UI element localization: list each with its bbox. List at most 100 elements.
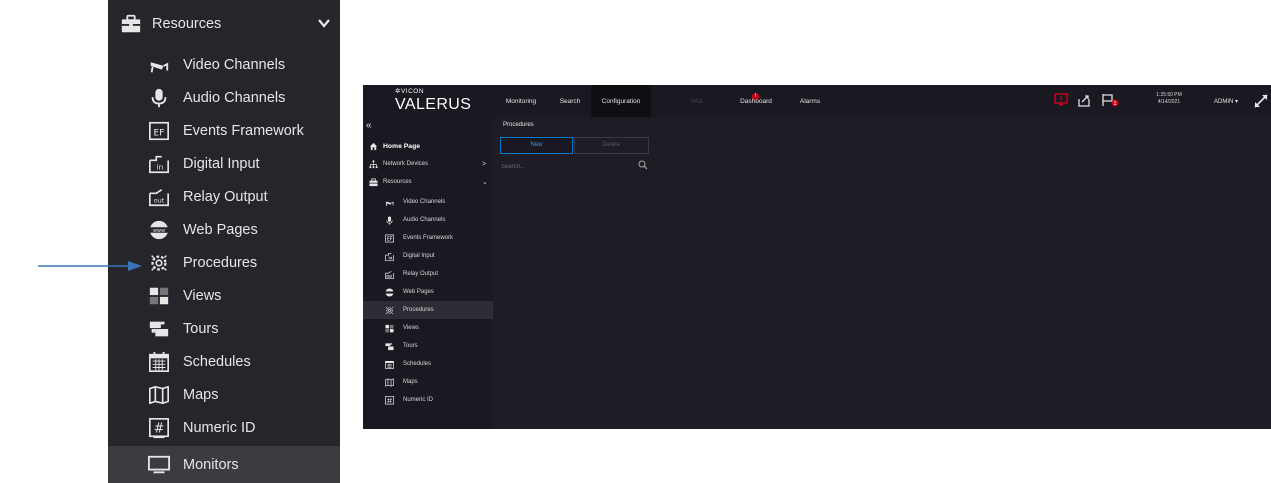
zoom-item-digital-input[interactable]: in Digital Input bbox=[108, 147, 340, 180]
resources-header[interactable]: Resources bbox=[108, 7, 340, 40]
zoom-item-label: Procedures bbox=[183, 254, 258, 271]
zoom-item-web-pages[interactable]: www Web Pages bbox=[108, 213, 340, 246]
zoom-item-tours[interactable]: Tours bbox=[108, 312, 340, 345]
procedures-gear-icon bbox=[385, 306, 394, 314]
sidebar-item-resources[interactable]: Resources ⌄ bbox=[363, 173, 493, 191]
sidebar-item-label: Digital Input bbox=[403, 253, 435, 259]
camera-icon bbox=[150, 61, 169, 72]
sidebar-item-label: Views bbox=[403, 325, 419, 331]
zoom-item-video-channels[interactable]: Video Channels bbox=[108, 48, 340, 81]
collapse-sidebar-icon[interactable]: « bbox=[366, 120, 372, 131]
user-menu[interactable]: ADMIN ▾ bbox=[1199, 85, 1253, 117]
sidebar-item-label: Maps bbox=[403, 379, 418, 385]
zoom-item-events-framework[interactable]: EF Events Framework bbox=[108, 114, 340, 147]
sidebar-item-views[interactable]: Views bbox=[363, 319, 493, 337]
sidebar-item-audio-channels[interactable]: Audio Channels bbox=[363, 211, 493, 229]
vicon-valerus-logo[interactable]: ✲VICON VALERUS bbox=[395, 88, 471, 114]
numeric-id-icon: # bbox=[149, 417, 169, 438]
sidebar-item-relay-output[interactable]: Relay Output bbox=[363, 265, 493, 283]
zoom-item-audio-channels[interactable]: Audio Channels bbox=[108, 81, 340, 114]
map-icon bbox=[385, 377, 394, 387]
zoom-item-monitors[interactable]: Monitors bbox=[108, 446, 340, 483]
icon-text: out bbox=[154, 196, 165, 204]
nav-search[interactable]: Search bbox=[549, 85, 591, 117]
sidebar-item-label: Web Pages bbox=[403, 289, 434, 295]
logo-vicon: ✲VICON bbox=[395, 88, 425, 95]
sidebar-item-label: Procedures bbox=[403, 307, 434, 313]
search-icon[interactable] bbox=[638, 160, 648, 170]
procedures-gear-icon bbox=[151, 254, 167, 271]
zoom-item-schedules[interactable]: Schedules bbox=[108, 345, 340, 378]
zoom-item-label: Web Pages bbox=[183, 221, 258, 238]
camera-icon bbox=[385, 201, 394, 206]
digital-input-icon: in bbox=[149, 155, 169, 173]
export-icon[interactable] bbox=[1077, 93, 1091, 107]
tours-icon bbox=[149, 321, 169, 336]
nav-monitoring[interactable]: Monitoring bbox=[493, 85, 549, 117]
icon-text: # bbox=[154, 421, 165, 436]
sidebar-item-numeric-id[interactable]: Numeric ID bbox=[363, 391, 493, 409]
zoom-item-views[interactable]: Views bbox=[108, 279, 340, 312]
numeric-id-icon bbox=[385, 395, 394, 404]
zoom-item-label: Audio Channels bbox=[183, 89, 286, 106]
microphone-icon bbox=[151, 88, 167, 107]
resources-header-label: Resources bbox=[152, 15, 222, 32]
tours-icon bbox=[385, 342, 394, 350]
sidebar-item-web-pages[interactable]: Web Pages bbox=[363, 283, 493, 301]
zoom-item-label: Relay Output bbox=[183, 188, 268, 205]
sidebar-item-digital-input[interactable]: Digital Input bbox=[363, 247, 493, 265]
fullscreen-icon[interactable] bbox=[1253, 93, 1269, 109]
monitor-icon bbox=[148, 455, 170, 473]
sidebar-item-label: Network Devices bbox=[383, 161, 429, 167]
sidebar-item-label: Audio Channels bbox=[403, 217, 446, 223]
dashboard-alert-badge: ! bbox=[752, 93, 759, 100]
sidebar-item-schedules[interactable]: Schedules bbox=[363, 355, 493, 373]
logo-valerus: VALERUS bbox=[395, 96, 472, 113]
sidebar-item-video-channels[interactable]: Video Channels bbox=[363, 193, 493, 211]
zoom-item-label: Digital Input bbox=[183, 155, 260, 172]
zoomed-resources-sidebar: Resources Video Channels Audio Channels … bbox=[108, 0, 340, 483]
globe-icon: www bbox=[149, 220, 169, 239]
sidebar-item-label: Video Channels bbox=[403, 199, 446, 205]
flag-badge: 1 bbox=[1113, 101, 1116, 107]
zoom-item-numeric-id[interactable]: # Numeric ID bbox=[108, 411, 340, 444]
icon-text: www bbox=[153, 228, 165, 234]
zoom-item-relay-output[interactable]: out Relay Output bbox=[108, 180, 340, 213]
chevron-right-icon: > bbox=[482, 160, 487, 168]
zoom-item-maps[interactable]: Maps bbox=[108, 378, 340, 411]
search-input[interactable] bbox=[501, 161, 631, 173]
page-title: Procedures bbox=[503, 122, 534, 128]
sidebar-item-label: Tours bbox=[403, 343, 418, 349]
sidebar-item-tours[interactable]: Tours bbox=[363, 337, 493, 355]
delete-button[interactable]: Delete bbox=[574, 137, 649, 154]
calendar-icon bbox=[385, 360, 394, 369]
sidebar-item-events-framework[interactable]: Events Framework bbox=[363, 229, 493, 247]
flag-icon[interactable]: 1 bbox=[1101, 93, 1119, 107]
sidebar-item-home-page[interactable]: Home Page bbox=[363, 137, 493, 155]
briefcase-icon bbox=[369, 177, 378, 186]
digital-input-icon bbox=[385, 252, 394, 261]
pointer-arrow bbox=[38, 261, 142, 271]
relay-output-icon: out bbox=[149, 188, 169, 206]
events-framework-icon bbox=[385, 234, 394, 242]
zoom-item-label: Schedules bbox=[183, 353, 251, 370]
sidebar-item-maps[interactable]: Maps bbox=[363, 373, 493, 391]
nav-dashboard[interactable]: Dashboard bbox=[729, 85, 783, 117]
network-icon bbox=[369, 159, 378, 168]
calendar-icon bbox=[149, 351, 169, 372]
sidebar-item-network-devices[interactable]: Network Devices > bbox=[363, 155, 493, 173]
sidebar-item-label: Resources bbox=[383, 179, 412, 185]
new-button[interactable]: New bbox=[500, 137, 573, 154]
procedures-panel: Procedures New Delete bbox=[493, 117, 1271, 429]
zoom-item-label: Events Framework bbox=[183, 122, 304, 139]
events-framework-icon: EF bbox=[149, 121, 169, 140]
zoom-item-label: Video Channels bbox=[183, 56, 286, 73]
nav-configuration[interactable]: Configuration bbox=[591, 85, 651, 117]
views-grid-icon bbox=[149, 287, 169, 304]
chevron-down-icon[interactable] bbox=[316, 15, 332, 31]
nav-alarms[interactable]: Alarms bbox=[791, 85, 829, 117]
sidebar-item-label: Home Page bbox=[383, 142, 421, 150]
zoom-item-label: Monitors bbox=[183, 456, 239, 473]
sidebar-item-procedures[interactable]: Procedures bbox=[363, 301, 493, 319]
monitor-alert-icon[interactable] bbox=[1054, 93, 1068, 107]
